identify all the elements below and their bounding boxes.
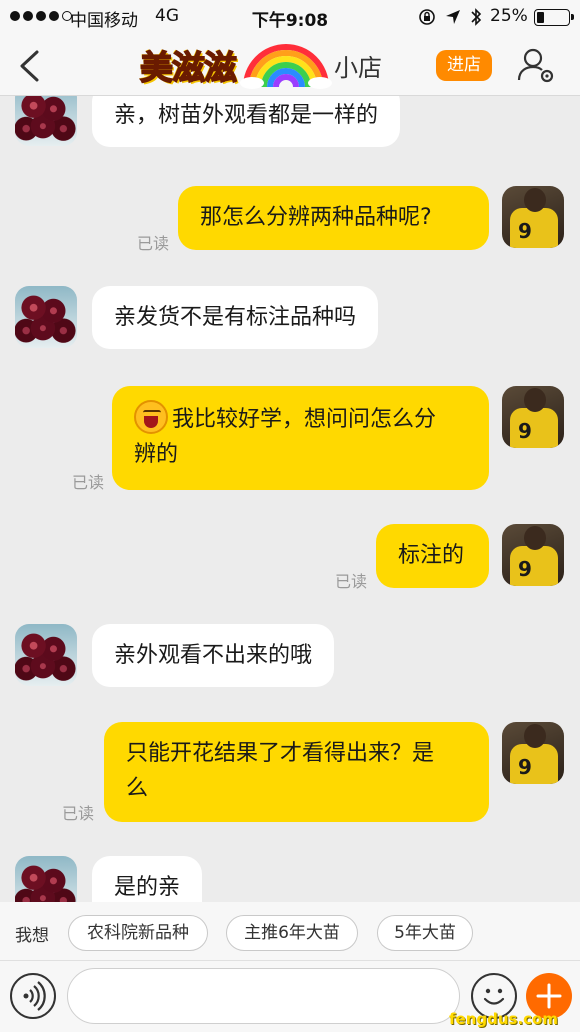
quick-reply-chip[interactable]: 5年大苗 (377, 915, 473, 951)
message-bubble-incoming[interactable]: 亲，树苗外观看都是一样的 (92, 96, 401, 147)
message-bubble-outgoing[interactable]: 那怎么分辨两种品种呢? (178, 186, 489, 250)
watermark: fengdus.com (449, 1010, 558, 1028)
battery-percent: 25% (490, 6, 528, 26)
location-icon (446, 10, 460, 24)
message-line: 只能开花结果了才看得出来？是 (126, 741, 435, 766)
profile-settings-icon[interactable] (517, 46, 555, 84)
rotation-lock-icon (419, 9, 435, 25)
message-line: 我比较好学，想问问怎么分 (172, 407, 437, 432)
quick-reply-label: 我想 (15, 926, 49, 946)
nav-bar: 美滋滋 小店 进店 (0, 34, 580, 96)
rainbow-sticker-icon (240, 44, 332, 89)
message-bubble-outgoing[interactable]: 标注的 (376, 524, 489, 588)
quick-reply-chip[interactable]: 主推6年大苗 (226, 915, 358, 951)
chat-screen: 中国移动 4G 下午9:08 25% 美滋滋 小店 进店 亲，树苗外观看都是一样… (0, 0, 580, 1032)
shop-name-suffix: 小店 (334, 53, 382, 82)
message-bubble-incoming[interactable]: 亲外观看不出来的哦 (92, 624, 335, 687)
seller-avatar[interactable] (15, 856, 77, 902)
seller-avatar[interactable] (15, 624, 77, 686)
message-input[interactable] (67, 968, 460, 1024)
shop-title: 美滋滋 小店 (139, 40, 382, 90)
bluetooth-icon (471, 8, 482, 26)
status-icons (418, 7, 482, 27)
user-avatar[interactable]: 9 (502, 524, 564, 586)
seller-avatar[interactable] (15, 96, 77, 146)
voice-input-button[interactable] (10, 973, 56, 1019)
battery-fill (537, 12, 544, 23)
user-avatar[interactable]: 9 (502, 722, 564, 784)
message-bubble-outgoing[interactable]: 只能开花结果了才看得出来？是 么 (104, 722, 489, 822)
message-bubble-outgoing[interactable]: 我比较好学，想问问怎么分 辨的 (112, 386, 489, 490)
back-icon[interactable] (12, 48, 48, 84)
message-list[interactable]: 亲，树苗外观看都是一样的 9 那怎么分辨两种品种呢? 已读 亲发货不是有标注品种… (0, 96, 580, 902)
enter-shop-button[interactable]: 进店 (436, 50, 492, 81)
laughing-emoji-icon (134, 400, 168, 434)
read-receipt: 已读 (137, 234, 170, 253)
battery-icon (534, 9, 574, 26)
voice-icon (23, 981, 46, 1011)
read-receipt: 已读 (335, 572, 368, 591)
quick-reply-chip[interactable]: 农科院新品种 (68, 915, 208, 951)
message-line: 么 (126, 776, 149, 801)
message-line: 辨的 (134, 442, 179, 467)
read-receipt: 已读 (72, 473, 105, 492)
message-bubble-incoming[interactable]: 是的亲 (92, 856, 203, 902)
quick-reply-bar: 我想 农科院新品种 主推6年大苗 5年大苗 (0, 902, 580, 960)
seller-avatar[interactable] (15, 286, 77, 348)
shop-logo-text: 美滋滋 (139, 47, 238, 88)
status-bar: 中国移动 4G 下午9:08 25% (0, 0, 580, 34)
read-receipt: 已读 (62, 804, 95, 823)
message-bubble-incoming[interactable]: 亲发货不是有标注品种吗 (92, 286, 379, 349)
user-avatar[interactable]: 9 (502, 386, 564, 448)
user-avatar[interactable]: 9 (502, 186, 564, 248)
